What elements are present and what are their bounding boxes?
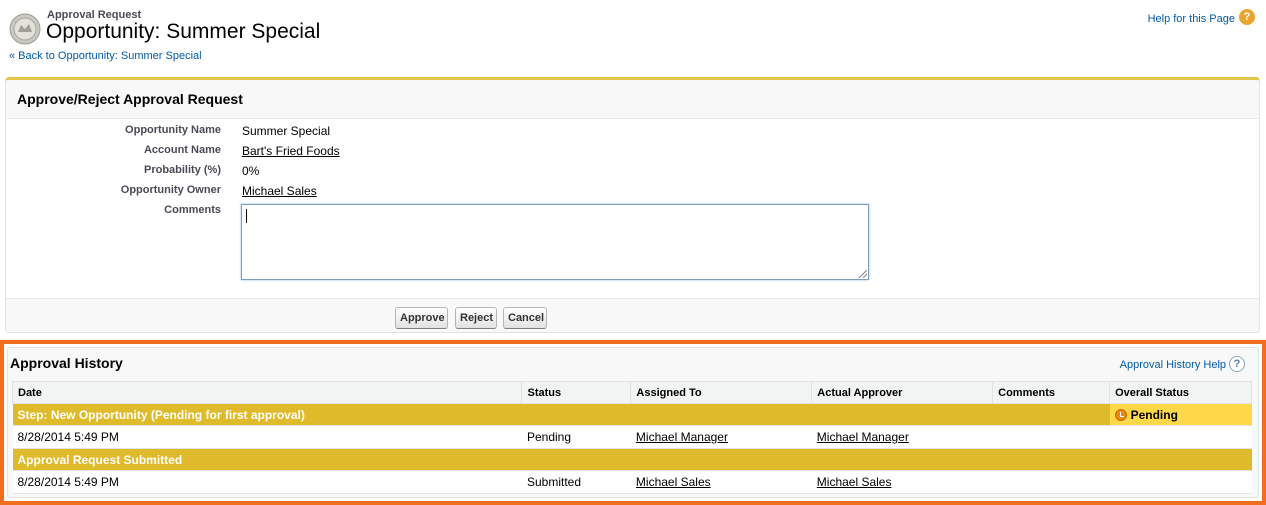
field-label: Account Name (143, 144, 221, 156)
page-header: Approval Request Opportunity: Summer Spe… (0, 0, 1266, 70)
help-icon[interactable]: ? (1229, 356, 1245, 372)
comments-label: Comments (164, 204, 221, 216)
overall-status-cell: Pending (1109, 403, 1252, 426)
column-header-actual-approver: Actual Approver (811, 381, 994, 404)
resize-grip-icon[interactable] (859, 270, 867, 278)
column-header-overall-status: Overall Status (1109, 381, 1252, 404)
table-header-row: Date Status Assigned To Actual Approver … (11, 381, 1252, 404)
account-name-link[interactable]: Bart's Fried Foods (242, 144, 340, 158)
overall-status-empty-cell (1109, 425, 1252, 449)
field-label: Opportunity Owner (120, 184, 221, 196)
field-value: 0% (242, 164, 260, 178)
date-cell: 8/28/2014 5:49 PM (12, 470, 522, 494)
overall-status-value: Pending (1130, 407, 1178, 422)
approval-history-help-link[interactable]: Approval History Help (1120, 359, 1226, 371)
approve-reject-panel: Approve/Reject Approval Request Opportun… (5, 77, 1260, 333)
approval-history-table: Date Status Assigned To Actual Approver … (11, 381, 1252, 494)
comments-cell (992, 470, 1110, 494)
field-row-probability: Probability (%) 0% (6, 164, 1259, 184)
back-to-opportunity-link[interactable]: « Back to Opportunity: Summer Special (9, 50, 202, 62)
approval-history-section: Approval History Approval History Help ?… (7, 347, 1259, 498)
overall-status-empty-cell (1109, 470, 1252, 494)
assigned-to-link[interactable]: Michael Sales (630, 470, 812, 494)
step-label: Step: New Opportunity (Pending for first… (12, 403, 1110, 426)
step-row: Step: New Opportunity (Pending for first… (12, 403, 1252, 426)
help-for-page-link[interactable]: Help for this Page (1148, 13, 1235, 25)
page-title: Opportunity: Summer Special (46, 20, 321, 43)
table-row: 8/28/2014 5:49 PM Submitted Michael Sale… (12, 470, 1252, 494)
column-header-comments: Comments (992, 381, 1111, 404)
actual-approver-link[interactable]: Michael Manager (811, 425, 993, 449)
field-row-opportunity-owner: Opportunity Owner Michael Sales (6, 184, 1259, 204)
cancel-button[interactable]: Cancel (503, 307, 547, 329)
comments-textarea[interactable] (241, 204, 869, 280)
field-label: Opportunity Name (125, 124, 221, 136)
field-value: Summer Special (242, 124, 331, 138)
field-label: Probability (%) (143, 164, 221, 176)
status-cell: Pending (521, 425, 631, 449)
column-header-assigned-to: Assigned To (630, 381, 813, 404)
table-row: 8/28/2014 5:49 PM Pending Michael Manage… (12, 425, 1252, 449)
step-label: Approval Request Submitted (12, 448, 1252, 471)
column-header-date: Date (11, 381, 523, 404)
assigned-to-link[interactable]: Michael Manager (630, 425, 812, 449)
field-row-account-name: Account Name Bart's Fried Foods (6, 144, 1259, 164)
text-caret (246, 209, 247, 223)
approval-history-title: Approval History (10, 355, 123, 371)
opportunity-owner-link[interactable]: Michael Sales (242, 184, 317, 198)
step-row: Approval Request Submitted (12, 448, 1252, 471)
approval-history-highlight: Approval History Approval History Help ?… (0, 340, 1266, 505)
approve-button[interactable]: Approve (395, 307, 448, 329)
actual-approver-link[interactable]: Michael Sales (811, 470, 993, 494)
column-header-status: Status (521, 381, 632, 404)
status-cell: Submitted (521, 470, 631, 494)
field-row-opportunity-name: Opportunity Name Summer Special (6, 124, 1259, 144)
panel-title: Approve/Reject Approval Request (17, 91, 243, 107)
comments-cell (992, 425, 1110, 449)
clock-icon (1114, 408, 1127, 421)
panel-body: Opportunity Name Summer Special Account … (6, 118, 1259, 299)
button-row: Approve Reject Cancel (6, 307, 1259, 331)
help-icon[interactable]: ? (1239, 9, 1255, 25)
approval-coin-icon (9, 13, 41, 45)
reject-button[interactable]: Reject (455, 307, 497, 329)
date-cell: 8/28/2014 5:49 PM (12, 425, 522, 449)
